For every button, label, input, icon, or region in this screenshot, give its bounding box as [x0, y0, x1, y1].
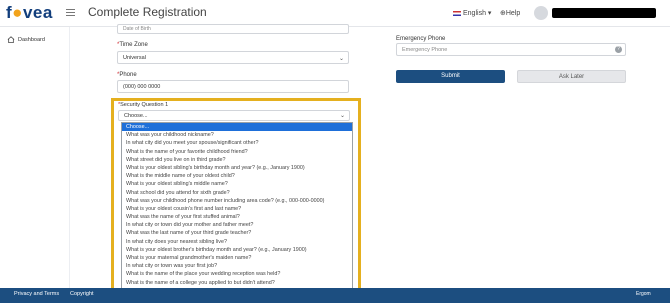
footer-brand-logo: Ergom: [636, 291, 651, 297]
hamburger-menu-icon[interactable]: [66, 9, 75, 16]
language-selector[interactable]: English ▾: [453, 9, 491, 17]
phone-field[interactable]: (000) 000 0000: [117, 80, 349, 93]
dropdown-option[interactable]: What was your childhood nickname?: [122, 131, 352, 139]
sidebar-item-dashboard[interactable]: Dashboard: [7, 36, 45, 43]
privacy-terms-link[interactable]: Privacy and Terms: [14, 291, 59, 297]
dropdown-option[interactable]: In what city does your nearest sibling l…: [122, 238, 352, 246]
chevron-down-icon: ⌄: [338, 56, 344, 62]
dropdown-option[interactable]: What is your oldest sibling's birthday m…: [122, 164, 352, 172]
dropdown-option[interactable]: In what city did you meet your spouse/si…: [122, 139, 352, 147]
phone-label: *Phone: [117, 72, 137, 78]
page-title: Complete Registration: [88, 5, 207, 19]
footer: Privacy and Terms Copyright Ergom: [0, 288, 670, 303]
emergency-phone-field[interactable]: Emergency Phone ?: [396, 43, 626, 56]
question-icon[interactable]: ?: [615, 46, 622, 53]
timezone-select[interactable]: Universal ⌄: [117, 51, 349, 64]
dropdown-option[interactable]: Choose...: [122, 123, 352, 132]
dropdown-option[interactable]: What is the name of a college you applie…: [122, 279, 352, 287]
top-bar: f●vea Complete Registration English ▾ ⊕H…: [0, 0, 670, 27]
dropdown-option[interactable]: What is your maternal grandmother's maid…: [122, 254, 352, 262]
emergency-phone-label: Emergency Phone: [396, 36, 446, 42]
dropdown-option[interactable]: In what city or town did your mother and…: [122, 221, 352, 229]
us-flag-icon: [453, 10, 461, 16]
dropdown-option[interactable]: What street did you live on in third gra…: [122, 156, 352, 164]
dropdown-option[interactable]: What is your oldest sibling's middle nam…: [122, 180, 352, 188]
dropdown-option[interactable]: What is the name of your favorite childh…: [122, 148, 352, 156]
copyright-text: Copyright: [70, 291, 94, 297]
help-link[interactable]: ⊕Help: [500, 9, 520, 17]
dropdown-option[interactable]: What was the name of your first stuffed …: [122, 213, 352, 221]
dropdown-option[interactable]: What school did you attend for sixth gra…: [122, 189, 352, 197]
dropdown-option[interactable]: What was your childhood phone number inc…: [122, 197, 352, 205]
dropdown-option[interactable]: What was the last name of your third gra…: [122, 229, 352, 237]
timezone-label: *Time Zone: [117, 42, 148, 48]
avatar[interactable]: [534, 6, 548, 20]
username-redacted: [552, 8, 656, 18]
dropdown-option[interactable]: What is your oldest cousin's first and l…: [122, 205, 352, 213]
home-icon: [7, 36, 15, 43]
ask-later-button[interactable]: Ask Later: [517, 70, 626, 83]
dropdown-option[interactable]: What is your oldest brother's birthday m…: [122, 246, 352, 254]
dropdown-option[interactable]: What is the name of the place your weddi…: [122, 270, 352, 278]
sidebar: Dashboard: [0, 27, 70, 288]
dob-field[interactable]: Date of Birth: [117, 24, 349, 34]
dropdown-option[interactable]: In what city or town was your first job?: [122, 262, 352, 270]
logo[interactable]: f●vea: [6, 3, 53, 23]
submit-button[interactable]: Submit: [396, 70, 505, 83]
dropdown-option[interactable]: What is the middle name of your oldest c…: [122, 172, 352, 180]
security-question-options[interactable]: Choose... What was your childhood nicknam…: [121, 122, 353, 299]
